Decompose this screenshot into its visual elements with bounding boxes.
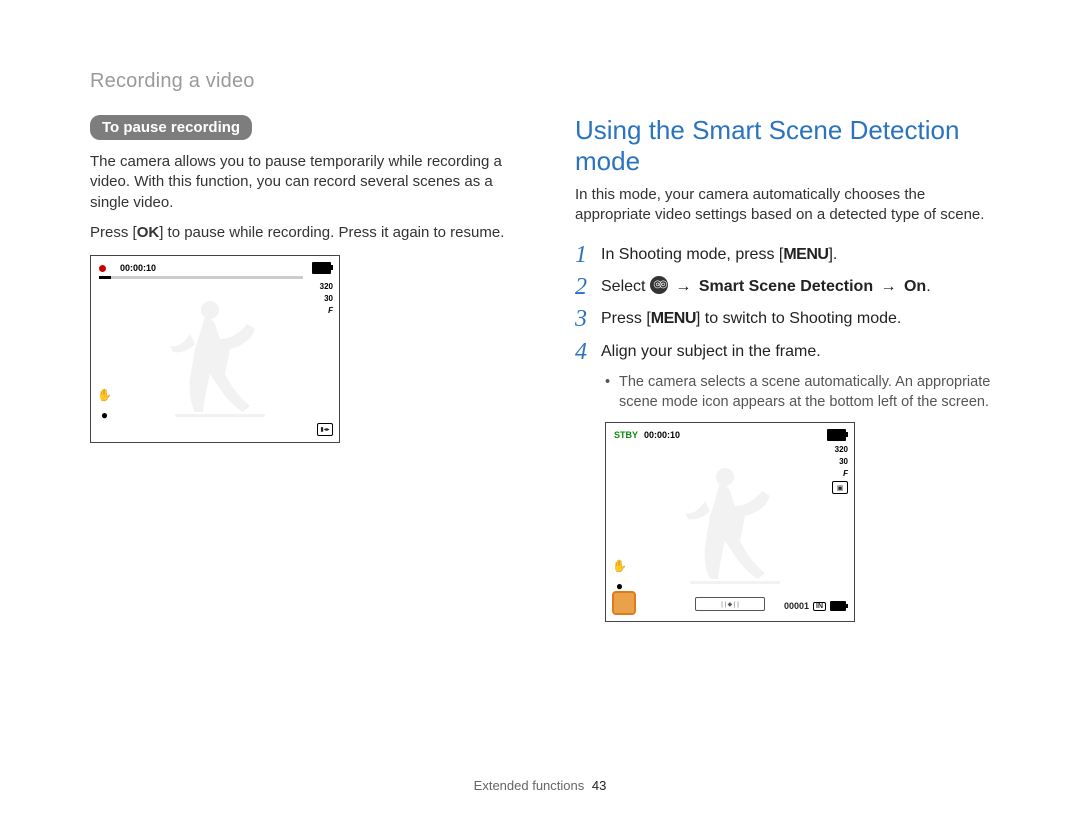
page-number: 43	[592, 778, 606, 793]
microphone-icon: ●	[97, 407, 112, 422]
video-mode-icon	[650, 276, 668, 294]
battery-icon	[312, 262, 331, 274]
bottom-info-bar: 00001 IN	[784, 601, 846, 611]
pause-recording-pill: To pause recording	[90, 115, 252, 140]
timecode-label: 00:00:10	[120, 263, 156, 273]
scene-mode-icon	[612, 591, 636, 615]
timecode-label: 00:00:10	[644, 430, 680, 440]
step1-suffix: ].	[828, 246, 837, 263]
on-label: On	[904, 278, 926, 295]
zoom-slider: | | ◆ | |	[695, 597, 765, 611]
step-2: 2 Select → Smart Scene Detection → On.	[575, 274, 1000, 300]
substep-text: The camera selects a scene automatically…	[619, 373, 1000, 412]
step3-prefix: Press [	[601, 310, 651, 327]
side-indicators: 320 30 F	[320, 282, 333, 315]
skater-silhouette	[670, 461, 790, 591]
step-1: 1 In Shooting mode, press [MENU].	[575, 242, 1000, 268]
pause-press-instruction: Press [OK] to pause while recording. Pre…	[90, 223, 515, 243]
record-progress-bar	[99, 276, 303, 279]
ok-button-label: OK	[137, 224, 160, 241]
steps-list: 1 In Shooting mode, press [MENU]. 2 Sele…	[575, 242, 1000, 413]
fps-unit-indicator: F	[843, 469, 848, 478]
step-4: 4 Align your subject in the frame.	[575, 339, 1000, 365]
left-column: To pause recording The camera allows you…	[90, 115, 515, 622]
substep-bullet: • The camera selects a scene automatical…	[605, 373, 1000, 412]
lcd-preview-recording: 00:00:10 320 30 F ✋ ●	[90, 255, 340, 443]
page-footer: Extended functions 43	[0, 778, 1080, 793]
skater-silhouette	[155, 294, 275, 424]
shot-counter: 00001	[784, 601, 809, 611]
step3-suffix: ] to switch to Shooting mode.	[696, 310, 901, 327]
step-number: 4	[575, 339, 601, 365]
storage-in-label: IN	[813, 602, 826, 611]
lcd-preview-standby: STBY 00:00:10 320 30 F ▣ ✋ ●	[605, 422, 855, 622]
fps-unit-indicator: F	[328, 306, 333, 315]
breadcrumb-header: Recording a video	[90, 70, 1000, 93]
step1-prefix: In Shooting mode, press [	[601, 246, 783, 263]
resolution-indicator: 320	[320, 282, 333, 291]
menu-button-label: MENU	[651, 310, 696, 327]
side-indicators: 320 30 F ▣	[832, 445, 848, 494]
battery-icon	[827, 429, 846, 441]
arrow-1: →	[668, 278, 699, 295]
section-intro: In this mode, your camera automatically …	[575, 185, 1000, 226]
press-prefix: Press [	[90, 224, 137, 241]
step2-prefix: Select	[601, 278, 650, 295]
section-title: Using the Smart Scene Detection mode	[575, 115, 1000, 177]
arrow-2: →	[873, 278, 904, 295]
stabilizer-icon: ✋	[612, 558, 627, 573]
stabilizer-icon: ✋	[97, 387, 112, 402]
press-suffix: ] to pause while recording. Press it aga…	[159, 224, 504, 241]
resolution-indicator: 320	[835, 445, 848, 454]
bullet-icon: •	[605, 373, 619, 412]
stby-label: STBY	[614, 430, 638, 440]
right-column: Using the Smart Scene Detection mode In …	[575, 115, 1000, 622]
battery-icon	[830, 601, 846, 611]
fps-indicator: 30	[324, 294, 333, 303]
menu-button-label: MENU	[783, 246, 828, 263]
mode-box-icon: ▣	[832, 481, 848, 494]
step-3: 3 Press [MENU] to switch to Shooting mod…	[575, 306, 1000, 332]
step-number: 1	[575, 242, 601, 268]
fps-indicator: 30	[839, 457, 848, 466]
step-number: 3	[575, 306, 601, 332]
step4-text: Align your subject in the frame.	[601, 339, 821, 363]
pause-control-icon: ▮◂▸	[317, 423, 333, 436]
pause-intro-text: The camera allows you to pause temporari…	[90, 152, 515, 213]
smart-scene-label: Smart Scene Detection	[699, 278, 873, 295]
record-dot-icon	[99, 265, 106, 272]
step-number: 2	[575, 274, 601, 300]
step2-suffix: .	[926, 278, 930, 295]
footer-section-label: Extended functions	[474, 778, 585, 793]
